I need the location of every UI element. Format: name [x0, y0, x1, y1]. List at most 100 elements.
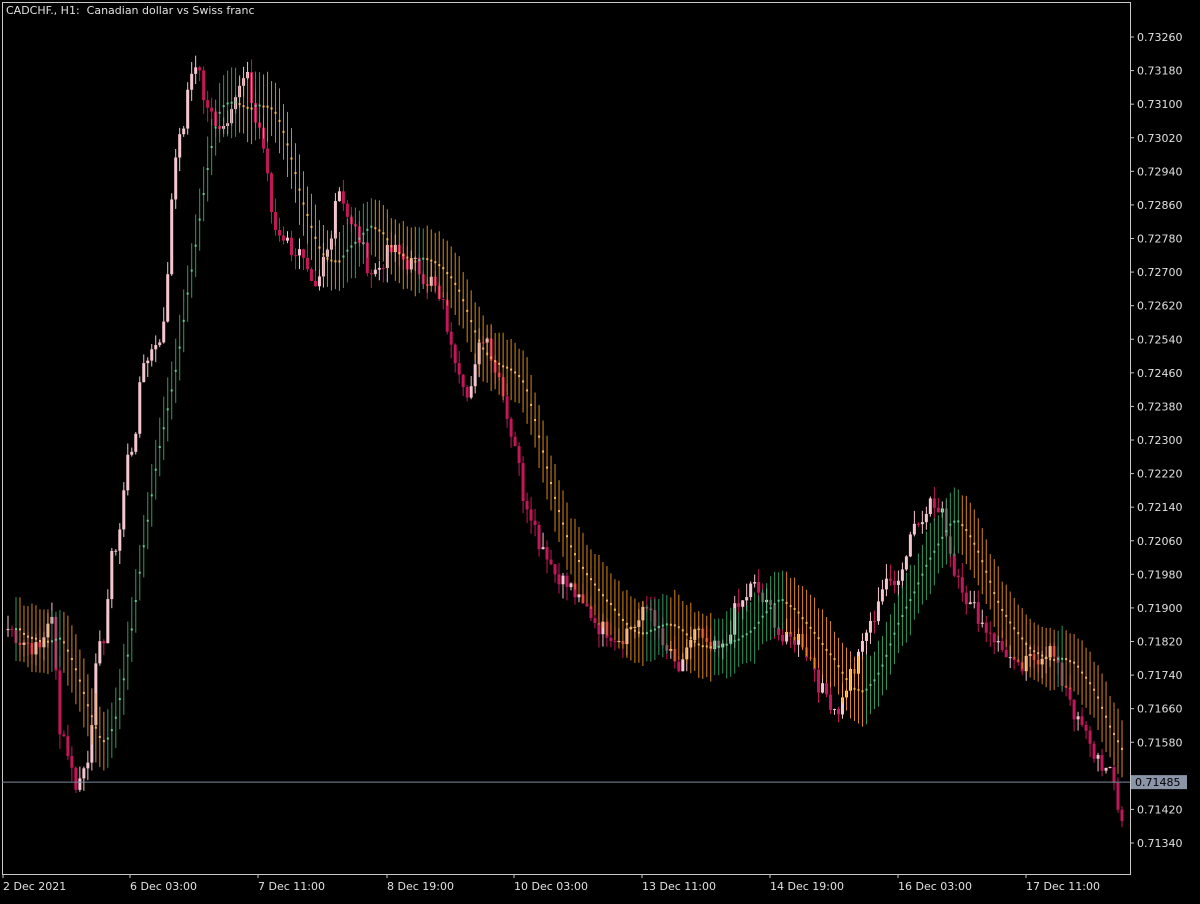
candle-body	[282, 235, 286, 241]
band-midpoint	[1033, 650, 1036, 653]
y-tick-label: 0.72140	[1137, 501, 1183, 514]
band-midpoint	[697, 643, 700, 646]
candle-body	[821, 683, 825, 693]
band-midpoint	[833, 658, 836, 661]
band-midpoint	[158, 446, 161, 449]
candle-body	[952, 553, 956, 576]
band-midpoint	[70, 657, 73, 660]
band-midpoint	[86, 704, 89, 707]
x-tick-label: 6 Dec 03:00	[130, 880, 197, 893]
candle-body	[162, 321, 166, 343]
candle-body	[186, 89, 190, 129]
band-midpoint	[757, 621, 760, 624]
candle-body	[206, 100, 210, 108]
band-midpoint	[953, 520, 956, 523]
plot-border	[2, 2, 1131, 875]
band-midpoint	[885, 654, 888, 657]
band-midpoint	[849, 683, 852, 686]
band-midpoint	[126, 654, 129, 657]
candle-body	[976, 602, 980, 624]
candle-body	[449, 331, 453, 345]
candle-body	[1120, 809, 1124, 821]
band-midpoint	[30, 636, 33, 639]
candle-body	[525, 501, 529, 510]
candle-body	[817, 669, 821, 693]
candle-body	[980, 622, 984, 624]
band-midpoint	[94, 726, 97, 729]
band-midpoint	[581, 566, 584, 569]
band-midpoint	[889, 643, 892, 646]
band-midpoint	[841, 671, 844, 674]
candle-body	[1068, 687, 1072, 700]
price-axis[interactable]: 0.73260 0.73180 0.73100 0.73020 0.72940 0.728…	[1130, 31, 1183, 850]
candle-body	[1104, 767, 1108, 771]
candle-body	[593, 618, 597, 624]
band-midpoint	[530, 403, 533, 406]
y-tick-label: 0.73260	[1137, 31, 1183, 44]
chart-frame	[2, 2, 1131, 875]
x-tick-label: 16 Dec 03:00	[898, 880, 972, 893]
band-midpoint	[673, 624, 676, 627]
band-midpoint	[378, 229, 381, 232]
band-midpoint	[669, 623, 672, 626]
candle-body	[972, 602, 976, 604]
band-midpoint	[350, 245, 353, 248]
band-midpoint	[621, 618, 624, 621]
candle-body	[912, 523, 916, 535]
chart-area[interactable]: 0.71485 0.73260 0.73180 0.73100 0.73020 0.72…	[0, 0, 1200, 900]
band-midpoint	[1005, 614, 1008, 617]
band-midpoint	[310, 225, 313, 228]
band-midpoint	[558, 510, 561, 513]
candle-body	[166, 274, 170, 322]
band-midpoint	[637, 631, 640, 634]
band-midpoint	[989, 580, 992, 583]
band-midpoint	[789, 605, 792, 608]
band-midpoint	[90, 715, 93, 718]
band-midpoint	[873, 679, 876, 682]
band-midpoint	[354, 241, 357, 244]
candle-body	[461, 374, 465, 388]
band-midpoint	[406, 256, 409, 259]
band-midpoint	[14, 628, 17, 631]
band-midpoint	[901, 615, 904, 618]
band-midpoint	[737, 638, 740, 641]
band-midpoint	[134, 599, 137, 602]
time-axis[interactable]: 2 Dec 2021 6 Dec 03:00 7 Dec 11:00 8 Dec 19…	[2, 874, 1100, 893]
band-midpoint	[518, 375, 521, 378]
candle-body	[864, 632, 868, 641]
candle-body	[293, 255, 297, 257]
candle-body	[932, 498, 936, 508]
candle-body	[960, 577, 964, 593]
band-midpoint	[1093, 688, 1096, 691]
band-midpoint	[1037, 652, 1040, 655]
band-midpoint	[370, 225, 373, 228]
band-midpoint	[170, 389, 173, 392]
band-midpoint	[130, 628, 133, 631]
y-tick-label: 0.72620	[1137, 300, 1183, 313]
candle-body	[1088, 730, 1092, 744]
candle-body	[908, 534, 912, 557]
candle-body	[928, 498, 932, 514]
candle-body	[1092, 743, 1096, 759]
band-midpoint	[701, 645, 704, 648]
x-tick-label: 7 Dec 11:00	[258, 880, 325, 893]
candle-body	[537, 524, 541, 550]
candle-body	[106, 599, 110, 644]
candle-body	[1108, 767, 1112, 769]
band-midpoint	[597, 588, 600, 591]
price-chart[interactable]: 0.71485 0.73260 0.73180 0.73100 0.73020 0.72…	[0, 0, 1200, 900]
band-midpoint	[765, 611, 768, 614]
candle-body	[833, 709, 837, 711]
band-midpoint	[705, 645, 708, 648]
band-midpoint	[74, 668, 77, 671]
candle-body	[513, 436, 517, 447]
candle-body	[174, 157, 178, 200]
y-tick-label: 0.71900	[1137, 602, 1183, 615]
band-midpoint	[625, 622, 628, 625]
band-midpoint	[1069, 660, 1072, 663]
candle-body	[1004, 649, 1008, 658]
candle-body	[557, 574, 561, 585]
band-midpoint	[1081, 671, 1084, 674]
band-midpoint	[813, 631, 816, 634]
band-midpoint	[78, 679, 81, 682]
